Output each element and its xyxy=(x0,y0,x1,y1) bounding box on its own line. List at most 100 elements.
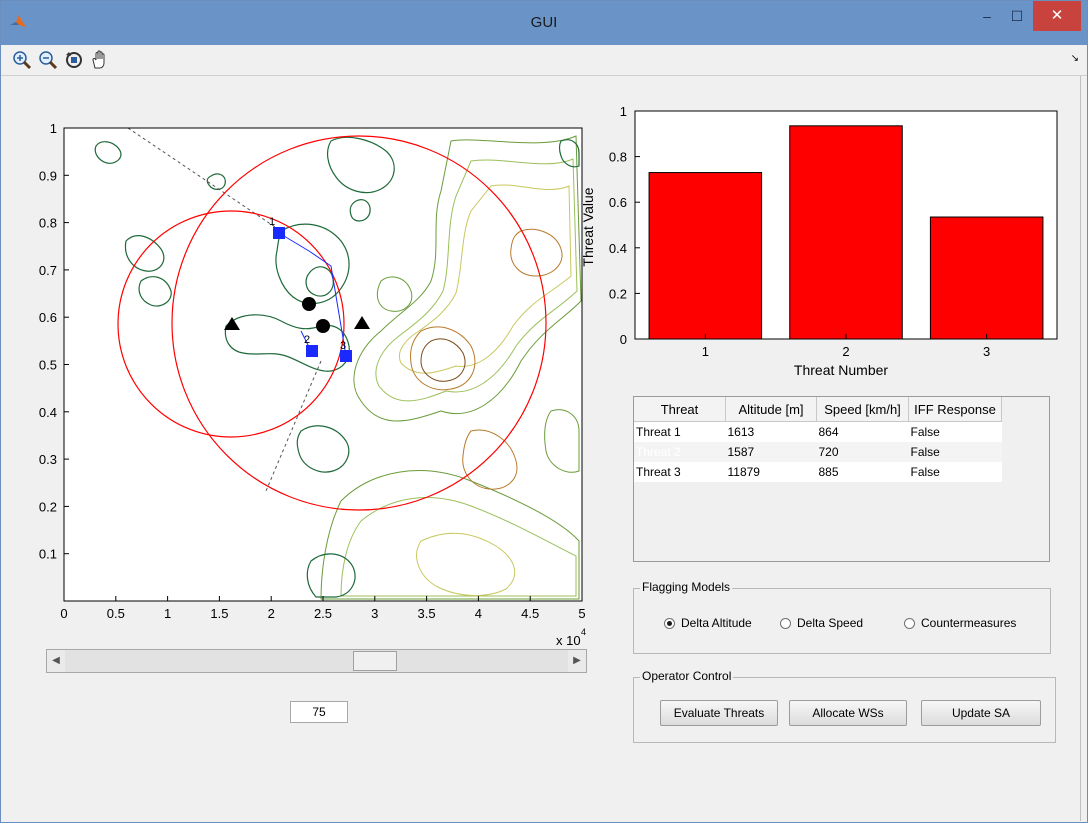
bar-x-tick-label: 3 xyxy=(983,344,990,359)
table-row: Threat 2 1587 720 False xyxy=(634,442,1002,462)
zoom-out-icon[interactable] xyxy=(37,49,59,71)
map-plot-area xyxy=(64,128,582,601)
figure-content: 1 2 3 1 0.9 0.8 0.7 0.6 0.5 0.4 0.3 0.2 0.1 0 0.5 1… xyxy=(8,76,1081,821)
bar-y-tick-label: 0.8 xyxy=(609,150,627,165)
map-y-tick-label: 0.8 xyxy=(39,216,57,231)
gui-window: GUI – ☐ ✕ ↘ 1 2 3 1 0.9 0.8 0.7 0.6 0.5 … xyxy=(0,0,1088,823)
operator-control-group: Operator Control Evaluate Threats Alloca… xyxy=(633,669,1056,743)
flagging-models-title: Flagging Models xyxy=(640,580,733,594)
point-label-1: 1 xyxy=(269,216,275,228)
slider-thumb[interactable] xyxy=(353,651,397,671)
table-row: Threat 1 1613 864 False xyxy=(634,421,1002,442)
bar-y-label: Threat Value xyxy=(580,187,596,266)
toolbar-expand-icon[interactable]: ↘ xyxy=(1071,53,1079,64)
radio-countermeasures[interactable]: Countermeasures xyxy=(904,616,1016,630)
flagging-models-group: Flagging Models Delta Altitude Delta Spe… xyxy=(633,580,1051,654)
table-row: Threat 3 11879 885 False xyxy=(634,462,1002,482)
map-x-tick-label: 4.5 xyxy=(521,606,539,621)
close-button[interactable]: ✕ xyxy=(1033,1,1081,31)
slider-right-arrow-icon[interactable]: ▶ xyxy=(568,650,586,672)
window-title: GUI xyxy=(530,14,558,31)
table-cell[interactable]: False xyxy=(908,421,1002,442)
table-cell[interactable]: False xyxy=(908,462,1002,482)
x-scale-exponent: 4 xyxy=(581,627,586,637)
radio-label: Delta Altitude xyxy=(681,616,752,630)
radio-delta-speed[interactable]: Delta Speed xyxy=(780,616,863,630)
bar-3 xyxy=(929,216,1044,340)
map-x-tick-label: 1.5 xyxy=(210,606,228,621)
operator-control-title: Operator Control xyxy=(640,669,734,683)
point-label-3: 3 xyxy=(340,340,346,352)
table-cell[interactable]: 720 xyxy=(816,442,909,462)
rotate-icon[interactable] xyxy=(63,49,85,71)
zoom-in-icon[interactable] xyxy=(11,49,33,71)
table-cell[interactable]: 1613 xyxy=(725,421,817,442)
table-cell[interactable]: 1587 xyxy=(725,442,817,462)
threat-bar-chart: 0 0.2 0.4 0.6 0.8 1 1 2 3 Threat Number Threat … xyxy=(580,104,1058,378)
map-y-tick-label: 0.6 xyxy=(39,310,57,325)
radio-delta-altitude[interactable]: Delta Altitude xyxy=(664,616,752,630)
radio-unchecked-icon xyxy=(780,618,791,630)
figure-toolbar: ↘ xyxy=(1,45,1087,76)
map-x-tick-label: 2.5 xyxy=(314,606,332,621)
table-cell[interactable]: 11879 xyxy=(725,462,817,482)
map-x-tick-label: 3.5 xyxy=(418,606,436,621)
slider-value-field[interactable]: 75 xyxy=(290,701,348,723)
radio-unchecked-icon xyxy=(904,618,915,630)
map-y-tick-label: 0.5 xyxy=(39,358,57,373)
allocate-wss-button[interactable]: Allocate WSs xyxy=(789,700,907,726)
bar-y-tick-label: 0.6 xyxy=(609,195,627,210)
col-altitude[interactable]: Altitude [m] xyxy=(725,397,817,422)
asset-circle-1 xyxy=(302,297,316,311)
bar-2 xyxy=(789,125,903,340)
map-y-tick-label: 0.9 xyxy=(39,168,57,183)
map-x-tick-label: 0 xyxy=(60,606,67,621)
table-cell[interactable]: Threat 3 xyxy=(634,462,726,482)
pan-icon[interactable] xyxy=(89,49,111,71)
table-cell[interactable]: False xyxy=(908,442,1002,462)
time-slider[interactable]: ◀ ▶ xyxy=(46,649,587,673)
threat-square-2 xyxy=(306,345,318,357)
point-label-2: 2 xyxy=(304,334,310,346)
bar-x-tick-label: 2 xyxy=(842,344,849,359)
update-sa-button[interactable]: Update SA xyxy=(921,700,1041,726)
bar-y-tick-label: 0.2 xyxy=(609,286,627,301)
map-y-tick-label: 1 xyxy=(50,121,57,136)
map-x-tick-label: 5 xyxy=(578,606,585,621)
radio-label: Delta Speed xyxy=(797,616,864,630)
map-x-tick-label: 1 xyxy=(164,606,171,621)
table-cell[interactable]: Threat 1 xyxy=(634,421,726,442)
evaluate-threats-button[interactable]: Evaluate Threats xyxy=(660,700,778,726)
col-threat[interactable]: Threat xyxy=(634,397,726,422)
table-cell[interactable]: 885 xyxy=(816,462,909,482)
map-x-tick-label: 2 xyxy=(268,606,275,621)
bar-x-label: Threat Number xyxy=(794,362,888,378)
table-cell-selected[interactable]: Threat 2 xyxy=(634,442,726,462)
threat-square-1 xyxy=(273,227,285,239)
asset-circle-2 xyxy=(316,319,330,333)
map-x-tick-label: 4 xyxy=(475,606,482,621)
maximize-button[interactable]: ☐ xyxy=(1003,1,1031,31)
radio-checked-icon xyxy=(664,618,675,630)
threat-table[interactable]: Threat Altitude [m] Speed [km/h] IFF Res… xyxy=(633,396,1050,562)
col-iff[interactable]: IFF Response xyxy=(908,397,1002,422)
bar-y-tick-label: 0.4 xyxy=(609,241,627,256)
map-y-tick-label: 0.2 xyxy=(39,499,57,514)
bar-y-tick-label: 0 xyxy=(620,332,627,347)
col-speed[interactable]: Speed [km/h] xyxy=(816,397,909,422)
radio-label: Countermeasures xyxy=(921,616,1017,630)
minimize-button[interactable]: – xyxy=(973,1,1001,31)
threat-table-grid: Threat Altitude [m] Speed [km/h] IFF Res… xyxy=(634,397,1002,482)
map-y-tick-label: 0.1 xyxy=(39,547,57,562)
title-bar: GUI – ☐ ✕ xyxy=(1,1,1087,45)
map-y-tick-label: 0.3 xyxy=(39,452,57,467)
table-cell[interactable]: 864 xyxy=(816,421,909,442)
bar-1 xyxy=(648,172,763,340)
slider-left-arrow-icon[interactable]: ◀ xyxy=(47,650,65,672)
map-y-tick-label: 0.4 xyxy=(39,405,57,420)
bar-y-tick-label: 1 xyxy=(620,104,627,119)
map-y-tick-label: 0.7 xyxy=(39,263,57,278)
map-x-tick-label: 0.5 xyxy=(107,606,125,621)
map-x-tick-label: 3 xyxy=(371,606,378,621)
bar-x-tick-label: 1 xyxy=(702,344,709,359)
